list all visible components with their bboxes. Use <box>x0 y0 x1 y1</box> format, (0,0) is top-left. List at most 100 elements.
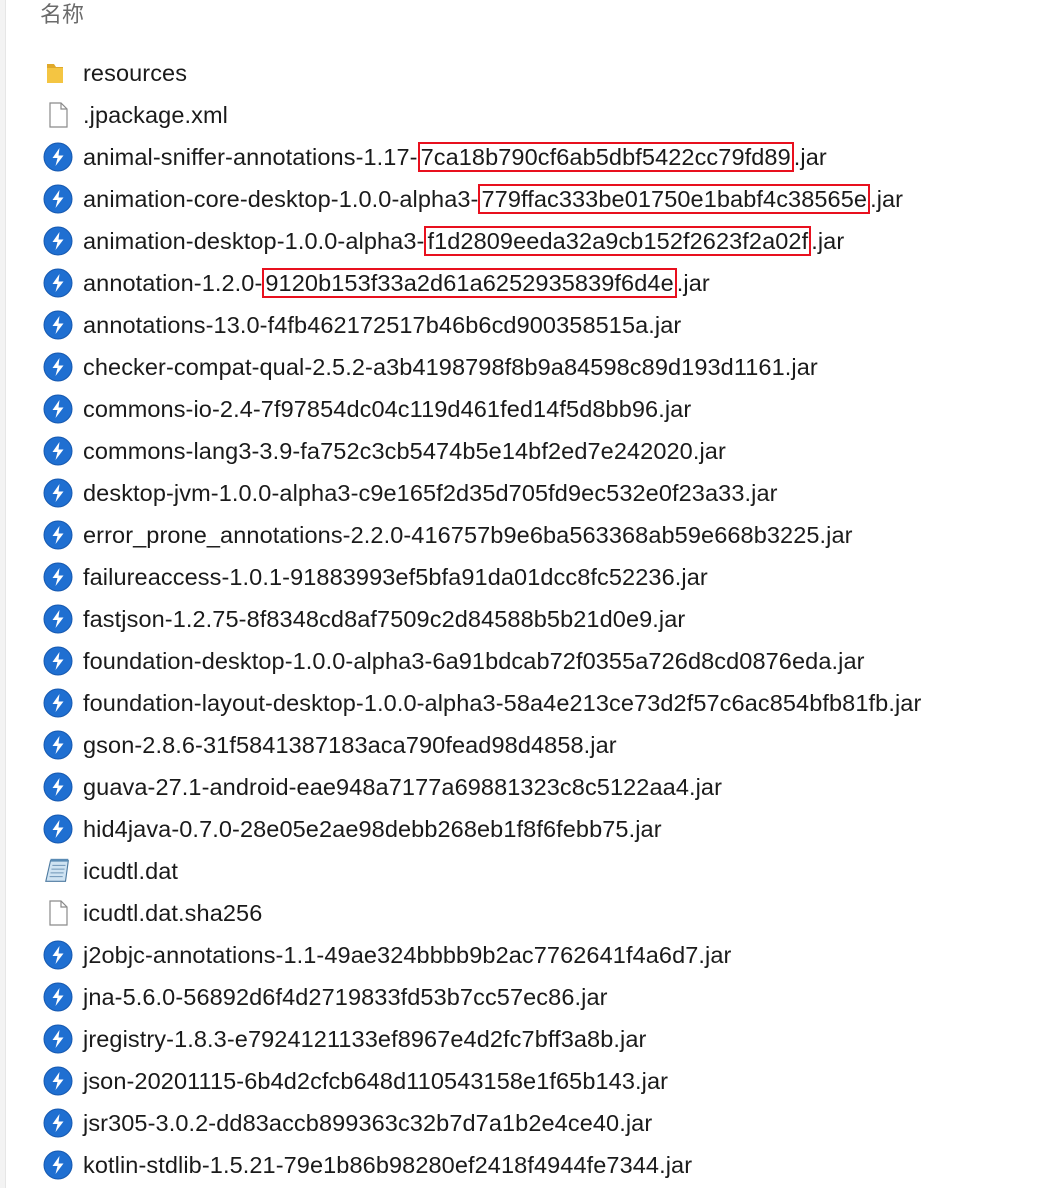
jar-icon <box>43 436 73 466</box>
file-row[interactable]: icudtl.dat <box>0 850 1043 892</box>
name-column-header[interactable]: 名称 <box>40 0 84 34</box>
jar-icon <box>43 562 73 592</box>
highlighted-hash: 9120b153f33a2d61a6252935839f6d4e <box>262 268 677 298</box>
file-name[interactable]: failureaccess-1.0.1-91883993ef5bfa91da01… <box>83 556 708 598</box>
file-row[interactable]: animal-sniffer-annotations-1.17- 7ca18b79… <box>0 136 1043 178</box>
file-name[interactable]: animation-core-desktop-1.0.0-alpha3- 779f… <box>83 178 903 220</box>
file-name-part: error_prone_annotations-2.2.0-416757b9e6… <box>83 522 853 548</box>
file-row[interactable]: failureaccess-1.0.1-91883993ef5bfa91da01… <box>0 556 1043 598</box>
file-name-part: icudtl.dat.sha256 <box>83 900 263 926</box>
file-row[interactable]: hid4java-0.7.0-28e05e2ae98debb268eb1f8f6… <box>0 808 1043 850</box>
file-name[interactable]: hid4java-0.7.0-28e05e2ae98debb268eb1f8f6… <box>83 808 662 850</box>
file-name-part: fastjson-1.2.75-8f8348cd8af7509c2d84588b… <box>83 606 686 632</box>
file-row[interactable]: jsr305-3.0.2-dd83accb899363c32b7d7a1b2e4… <box>0 1102 1043 1144</box>
jar-icon <box>43 1066 73 1096</box>
file-name[interactable]: foundation-layout-desktop-1.0.0-alpha3-5… <box>83 682 921 724</box>
file-name-part: kotlin-stdlib-1.5.21-79e1b86b98280ef2418… <box>83 1152 693 1178</box>
highlighted-hash: f1d2809eeda32a9cb152f2623f2a02f <box>424 226 812 256</box>
file-row[interactable]: resources <box>0 52 1043 94</box>
file-row[interactable]: annotations-13.0-f4fb462172517b46b6cd900… <box>0 304 1043 346</box>
file-row[interactable]: checker-compat-qual-2.5.2-a3b4198798f8b9… <box>0 346 1043 388</box>
file-name-part: .jar <box>870 186 904 212</box>
file-row[interactable]: jregistry-1.8.3-e7924121133ef8967e4d2fc7… <box>0 1018 1043 1060</box>
file-row[interactable]: json-20201115-6b4d2cfcb648d110543158e1f6… <box>0 1060 1043 1102</box>
file-row[interactable]: guava-27.1-android-eae948a7177a69881323c… <box>0 766 1043 808</box>
file-row[interactable]: animation-desktop-1.0.0-alpha3- f1d2809ee… <box>0 220 1043 262</box>
file-name[interactable]: jsr305-3.0.2-dd83accb899363c32b7d7a1b2e4… <box>83 1102 652 1144</box>
file-name[interactable]: j2objc-annotations-1.1-49ae324bbbb9b2ac7… <box>83 934 731 976</box>
file-row[interactable]: desktop-jvm-1.0.0-alpha3-c9e165f2d35d705… <box>0 472 1043 514</box>
file-row[interactable]: jna-5.6.0-56892d6f4d2719833fd53b7cc57ec8… <box>0 976 1043 1018</box>
file-row[interactable]: j2objc-annotations-1.1-49ae324bbbb9b2ac7… <box>0 934 1043 976</box>
file-row[interactable]: commons-io-2.4-7f97854dc04c119d461fed14f… <box>0 388 1043 430</box>
file-name[interactable]: kotlin-stdlib-1.5.21-79e1b86b98280ef2418… <box>83 1144 692 1186</box>
file-name[interactable]: .jpackage.xml <box>83 94 228 136</box>
jar-icon <box>43 772 73 802</box>
file-name-part: failureaccess-1.0.1-91883993ef5bfa91da01… <box>83 564 708 590</box>
file-name[interactable]: commons-lang3-3.9-fa752c3cb5474b5e14bf2e… <box>83 430 726 472</box>
file-row[interactable]: kotlin-stdlib-1.5.21-79e1b86b98280ef2418… <box>0 1144 1043 1186</box>
file-name-part: gson-2.8.6-31f5841387183aca790fead98d485… <box>83 732 617 758</box>
file-name-part: desktop-jvm-1.0.0-alpha3-c9e165f2d35d705… <box>83 480 778 506</box>
document-icon <box>43 899 73 927</box>
file-name-part: jna-5.6.0-56892d6f4d2719833fd53b7cc57ec8… <box>83 984 608 1010</box>
file-name-part: commons-lang3-3.9-fa752c3cb5474b5e14bf2e… <box>83 438 726 464</box>
file-name[interactable]: commons-io-2.4-7f97854dc04c119d461fed14f… <box>83 388 691 430</box>
jar-icon <box>43 1024 73 1054</box>
file-name-part: .jar <box>811 228 845 254</box>
file-row[interactable]: icudtl.dat.sha256 <box>0 892 1043 934</box>
file-name-part: hid4java-0.7.0-28e05e2ae98debb268eb1f8f6… <box>83 816 662 842</box>
file-name[interactable]: jna-5.6.0-56892d6f4d2719833fd53b7cc57ec8… <box>83 976 608 1018</box>
file-row[interactable]: .jpackage.xml <box>0 94 1043 136</box>
file-name[interactable]: annotation-1.2.0- 9120b153f33a2d61a625293… <box>83 262 710 304</box>
file-name-part: annotations-13.0-f4fb462172517b46b6cd900… <box>83 312 682 338</box>
jar-icon <box>43 1150 73 1180</box>
file-row[interactable]: fastjson-1.2.75-8f8348cd8af7509c2d84588b… <box>0 598 1043 640</box>
highlighted-hash: 7ca18b790cf6ab5dbf5422cc79fd89 <box>417 142 794 172</box>
file-name-part: jsr305-3.0.2-dd83accb899363c32b7d7a1b2e4… <box>83 1110 653 1136</box>
file-row[interactable]: foundation-layout-desktop-1.0.0-alpha3-5… <box>0 682 1043 724</box>
file-name-part: foundation-layout-desktop-1.0.0-alpha3-5… <box>83 690 922 716</box>
file-name[interactable]: checker-compat-qual-2.5.2-a3b4198798f8b9… <box>83 346 818 388</box>
document-icon <box>43 101 73 129</box>
file-name-part: j2objc-annotations-1.1-49ae324bbbb9b2ac7… <box>83 942 732 968</box>
highlighted-hash: 779ffac333be01750e1babf4c38565e <box>478 184 871 214</box>
file-name[interactable]: gson-2.8.6-31f5841387183aca790fead98d485… <box>83 724 617 766</box>
file-name[interactable]: icudtl.dat <box>83 850 178 892</box>
file-name[interactable]: annotations-13.0-f4fb462172517b46b6cd900… <box>83 304 681 346</box>
file-row[interactable]: gson-2.8.6-31f5841387183aca790fead98d485… <box>0 724 1043 766</box>
file-name[interactable]: resources <box>83 52 187 94</box>
file-name[interactable]: animation-desktop-1.0.0-alpha3- f1d2809ee… <box>83 220 844 262</box>
file-name[interactable]: error_prone_annotations-2.2.0-416757b9e6… <box>83 514 853 556</box>
file-row[interactable]: foundation-desktop-1.0.0-alpha3-6a91bdca… <box>0 640 1043 682</box>
jar-icon <box>43 520 73 550</box>
notepad-icon <box>43 857 73 885</box>
file-row[interactable]: error_prone_annotations-2.2.0-416757b9e6… <box>0 514 1043 556</box>
file-name[interactable]: jregistry-1.8.3-e7924121133ef8967e4d2fc7… <box>83 1018 646 1060</box>
jar-icon <box>43 646 73 676</box>
file-name-part: foundation-desktop-1.0.0-alpha3-6a91bdca… <box>83 648 865 674</box>
jar-icon <box>43 982 73 1012</box>
file-name[interactable]: guava-27.1-android-eae948a7177a69881323c… <box>83 766 722 808</box>
file-name[interactable]: json-20201115-6b4d2cfcb648d110543158e1f6… <box>83 1060 668 1102</box>
jar-icon <box>43 184 73 214</box>
file-name-part: json-20201115-6b4d2cfcb648d110543158e1f6… <box>83 1068 669 1094</box>
file-name-part: guava-27.1-android-eae948a7177a69881323c… <box>83 774 723 800</box>
file-name[interactable]: animal-sniffer-annotations-1.17- 7ca18b79… <box>83 136 827 178</box>
file-name[interactable]: icudtl.dat.sha256 <box>83 892 262 934</box>
file-name-part: animal-sniffer-annotations-1.17- <box>83 144 418 170</box>
jar-icon <box>43 268 73 298</box>
jar-icon <box>43 352 73 382</box>
file-name-part: resources <box>83 60 188 86</box>
file-row[interactable]: annotation-1.2.0- 9120b153f33a2d61a625293… <box>0 262 1043 304</box>
jar-icon <box>43 142 73 172</box>
file-name[interactable]: desktop-jvm-1.0.0-alpha3-c9e165f2d35d705… <box>83 472 778 514</box>
file-row[interactable]: animation-core-desktop-1.0.0-alpha3- 779f… <box>0 178 1043 220</box>
file-name-part: .jar <box>793 144 827 170</box>
jar-icon <box>43 814 73 844</box>
file-name-part: commons-io-2.4-7f97854dc04c119d461fed14f… <box>83 396 692 422</box>
file-row[interactable]: commons-lang3-3.9-fa752c3cb5474b5e14bf2e… <box>0 430 1043 472</box>
file-name[interactable]: foundation-desktop-1.0.0-alpha3-6a91bdca… <box>83 640 865 682</box>
file-name-part: animation-desktop-1.0.0-alpha3- <box>83 228 425 254</box>
file-name[interactable]: fastjson-1.2.75-8f8348cd8af7509c2d84588b… <box>83 598 685 640</box>
